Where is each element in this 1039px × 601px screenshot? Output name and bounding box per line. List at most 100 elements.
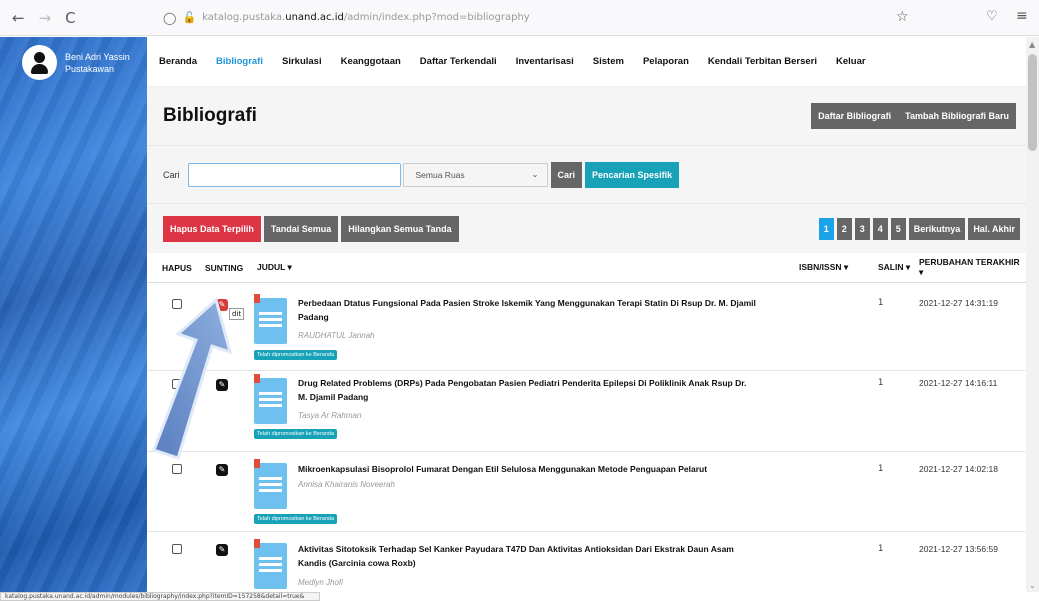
row-title[interactable]: Mikroenkapsulasi Bisoprolol Fumarat Deng… <box>298 462 758 476</box>
page-5[interactable]: 5 <box>890 217 906 240</box>
back-icon[interactable]: ← <box>12 9 25 27</box>
delete-selected-button[interactable]: Hapus Data Terpilih <box>163 215 261 242</box>
search-field-value: Semua Ruas <box>415 169 465 180</box>
nav-keanggotaan[interactable]: Keanggotaan <box>341 56 401 67</box>
row-author: Annisa Khairanis Noveerah <box>298 480 395 489</box>
menu-icon[interactable]: ≡ <box>1016 8 1028 24</box>
col-delete: HAPUS <box>162 262 192 273</box>
bibliography-list-button[interactable]: Daftar Bibliografi <box>811 103 899 129</box>
book-icon <box>254 374 287 424</box>
scroll-up-icon[interactable]: ▲ <box>1029 40 1035 49</box>
lock-icon[interactable]: 🔓 <box>182 11 196 24</box>
col-modified[interactable]: PERUBAHAN TERAKHIR ▾ <box>919 257 1026 278</box>
col-title[interactable]: JUDUL ▾ <box>257 262 292 273</box>
page-1[interactable]: 1 <box>818 217 834 240</box>
add-bibliography-button[interactable]: Tambah Bibliografi Baru <box>898 103 1016 129</box>
user-name: Beni Adri Yassin <box>65 51 130 62</box>
col-isbn[interactable]: ISBN/ISSN ▾ <box>799 262 848 273</box>
search-field-select[interactable]: Semua Ruas ⌄ <box>402 162 548 187</box>
pagination: 1 2 3 4 5 Berikutnya Hal. Akhir <box>818 217 1020 240</box>
bookmark-star-icon[interactable]: ☆ <box>896 9 909 25</box>
page-4[interactable]: 4 <box>872 217 888 240</box>
top-navigation: Beranda Bibliografi Sirkulasi Keanggotaa… <box>147 37 1026 87</box>
user-profile[interactable]: Beni Adri Yassin Pustakawan <box>22 45 130 80</box>
page-header: Bibliografi Daftar Bibliografi Tambah Bi… <box>147 87 1026 145</box>
reload-icon[interactable]: C <box>65 9 75 27</box>
row-author: Medlyn Jhofi <box>298 578 343 587</box>
url-prefix: katalog.pustaka. <box>202 12 286 23</box>
promoted-badge: Telah dipromosikan ke Beranda <box>254 350 338 360</box>
action-buttons: Hapus Data Terpilih Tandai Semua Hilangk… <box>163 215 459 242</box>
edit-icon[interactable]: ✎ <box>216 464 228 476</box>
row-modified: 2021-12-27 13:56:59 <box>919 544 998 554</box>
shield-icon[interactable]: ◯ <box>163 11 176 25</box>
row-copies: 1 <box>878 544 884 554</box>
row-title[interactable]: Drug Related Problems (DRPs) Pada Pengob… <box>298 376 758 404</box>
row-modified: 2021-12-27 14:16:11 <box>919 378 998 388</box>
nav-pelaporan[interactable]: Pelaporan <box>643 56 689 67</box>
mark-all-button[interactable]: Tandai Semua <box>263 215 339 242</box>
nav-inventarisasi[interactable]: Inventarisasi <box>516 56 574 67</box>
search-label: Cari <box>163 169 180 180</box>
status-bar-url: katalog.pustaka.unand.ac.id/admin/module… <box>0 592 320 601</box>
row-modified: 2021-12-27 14:02:18 <box>919 464 998 474</box>
header-buttons: Daftar Bibliografi Tambah Bibliografi Ba… <box>811 103 1016 129</box>
nav-daftar-terkendali[interactable]: Daftar Terkendali <box>420 56 497 67</box>
nav-keluar[interactable]: Keluar <box>836 56 866 67</box>
edit-icon[interactable]: ✎ <box>216 544 228 556</box>
nav-sistem[interactable]: Sistem <box>593 56 624 67</box>
forward-icon[interactable]: → <box>39 9 52 27</box>
row-title[interactable]: Perbedaan Dtatus Fungsional Pada Pasien … <box>298 296 758 324</box>
next-page-button[interactable]: Berikutnya <box>908 217 966 240</box>
table-header: HAPUS SUNTING JUDUL ▾ ISBN/ISSN ▾ SALIN … <box>147 253 1026 283</box>
search-input[interactable] <box>187 162 401 187</box>
unmark-all-button[interactable]: Hilangkan Semua Tanda <box>341 215 459 242</box>
search-bar: Cari Semua Ruas ⌄ Cari Pencarian Spesifi… <box>147 145 1026 203</box>
last-page-button[interactable]: Hal. Akhir <box>968 217 1020 240</box>
page-3[interactable]: 3 <box>854 217 870 240</box>
promoted-badge: Telah dipromosikan ke Beranda <box>254 514 338 524</box>
scrollbar-thumb[interactable] <box>1028 54 1037 151</box>
page-2[interactable]: 2 <box>836 217 852 240</box>
row-author: Tasya Ar Rahman <box>298 411 362 420</box>
url-host: unand.ac.id <box>285 12 344 23</box>
col-edit: SUNTING <box>205 262 244 273</box>
row-checkbox[interactable] <box>172 464 182 474</box>
table-row: ✎ dit Perbedaan Dtatus Fungsional Pada P… <box>147 283 1026 371</box>
url-path: /admin/index.php?mod=bibliography <box>343 12 530 23</box>
table-row: ✎ Drug Related Problems (DRPs) Pada Peng… <box>147 371 1026 452</box>
nav-sirkulasi[interactable]: Sirkulasi <box>282 56 322 67</box>
browser-toolbar: ← → C ◯ 🔓 katalog.pustaka. unand.ac.id/ad… <box>0 0 1039 36</box>
scrollbar[interactable]: ▲ ⌄ <box>1026 37 1039 592</box>
advanced-search-button[interactable]: Pencarian Spesifik <box>585 161 680 188</box>
book-icon <box>254 459 287 509</box>
nav-kendali-terbitan-berseri[interactable]: Kendali Terbitan Berseri <box>708 56 817 67</box>
user-role: Pustakawan <box>65 63 115 74</box>
avatar <box>22 45 57 80</box>
nav-bibliografi[interactable]: Bibliografi <box>216 56 263 67</box>
row-author: RAUDHATUL Jannah <box>298 331 375 340</box>
row-title[interactable]: Aktivitas Sitotoksik Terhadap Sel Kanker… <box>298 542 758 570</box>
book-icon <box>254 539 287 589</box>
row-checkbox[interactable] <box>172 544 182 554</box>
table-row: ✎ Mikroenkapsulasi Bisoprolol Fumarat De… <box>147 452 1026 532</box>
row-modified: 2021-12-27 14:31:19 <box>919 298 998 308</box>
row-copies: 1 <box>878 298 884 308</box>
nav-buttons: ← → C <box>0 9 155 27</box>
main-content: Beranda Bibliografi Sirkulasi Keanggotaa… <box>147 37 1026 592</box>
promoted-badge: Telah dipromosikan ke Beranda <box>254 429 338 439</box>
row-copies: 1 <box>878 378 884 388</box>
sidebar: Beni Adri Yassin Pustakawan <box>0 37 147 592</box>
scroll-down-icon[interactable]: ⌄ <box>1029 581 1036 590</box>
col-copies[interactable]: SALIN ▾ <box>878 262 910 273</box>
pocket-icon[interactable]: ♡ <box>986 9 998 24</box>
table-row: ✎ Aktivitas Sitotoksik Terhadap Sel Kank… <box>147 532 1026 592</box>
user-info: Beni Adri Yassin Pustakawan <box>65 51 130 75</box>
annotation-arrow-icon <box>152 297 233 460</box>
search-button[interactable]: Cari <box>550 161 583 188</box>
chevron-down-icon: ⌄ <box>531 169 539 179</box>
nav-beranda[interactable]: Beranda <box>159 56 197 67</box>
book-icon <box>254 294 287 344</box>
page-title: Bibliografi <box>163 105 257 126</box>
action-bar: Hapus Data Terpilih Tandai Semua Hilangk… <box>147 203 1026 253</box>
